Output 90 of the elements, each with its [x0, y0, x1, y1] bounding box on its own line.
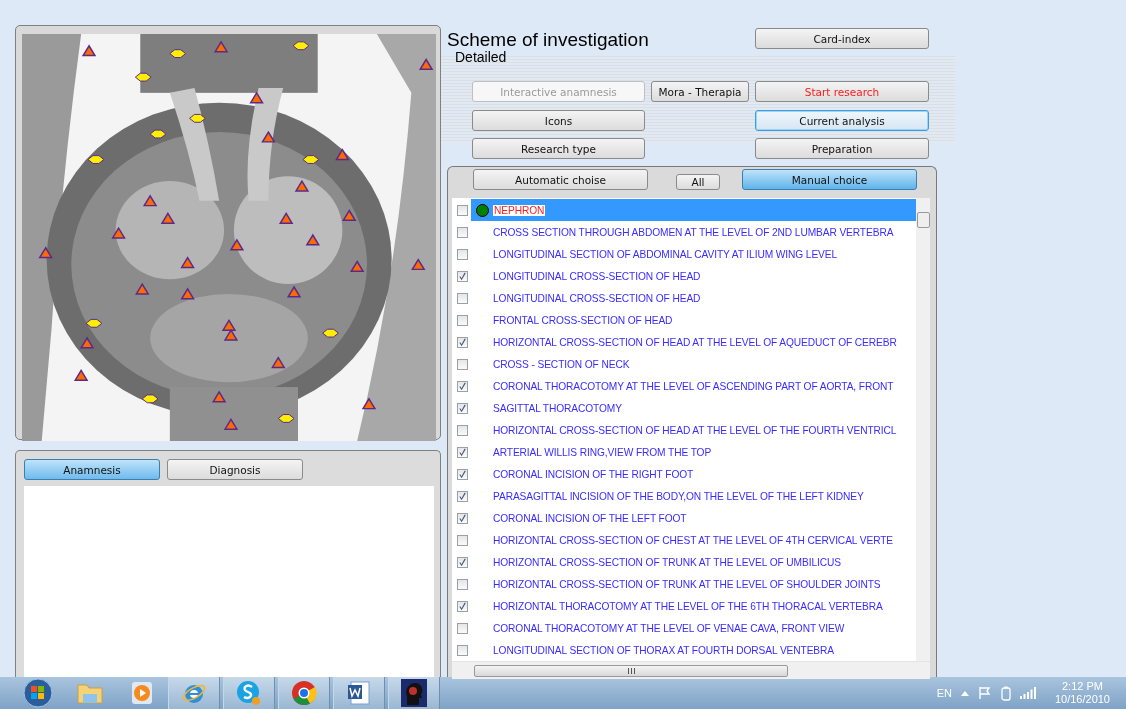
section-name: PARASAGITTAL INCISION OF THE BODY,ON THE LEVEL OF THE LEFT KIDNEY — [493, 490, 864, 502]
checkbox[interactable] — [457, 226, 468, 238]
tab[interactable]: Anamnesis — [24, 459, 160, 480]
choice-button[interactable]: Automatic choise — [473, 169, 648, 190]
up-arrow-icon[interactable] — [960, 690, 969, 696]
toolbar-button[interactable]: Current analysis — [755, 110, 929, 131]
section-name: HORIZONTAL CROSS-SECTION OF HEAD AT THE LEVEL OF THE FOURTH VENTRICL — [493, 424, 897, 436]
folder-icon[interactable] — [77, 681, 103, 705]
list-item[interactable]: ARTERIAL WILLIS RING,VIEW FROM THE TOP — [471, 441, 916, 463]
checkbox[interactable] — [457, 314, 468, 326]
checkbox[interactable] — [457, 468, 468, 480]
list-item[interactable]: PARASAGITTAL INCISION OF THE BODY,ON THE LEVEL OF THE LEFT KIDNEY — [471, 485, 916, 507]
section-name: HORIZONTAL CROSS-SECTION OF TRUNK AT THE LEVEL OF UMBILICUS — [493, 556, 841, 568]
checkbox[interactable] — [457, 600, 468, 612]
list-item[interactable]: HORIZONTAL CROSS-SECTION OF CHEST AT THE LEVEL OF 4TH CERVICAL VERTE — [471, 529, 916, 551]
section-name: CORONAL INCISION OF THE RIGHT FOOT — [493, 468, 694, 480]
list-item[interactable]: CORONAL INCISION OF THE RIGHT FOOT — [471, 463, 916, 485]
toolbar-button[interactable]: Icons — [472, 110, 645, 131]
list-item[interactable]: LONGITUDINAL SECTION OF ABDOMINAL CAVITY AT ILIUM WING LEVEL — [471, 243, 916, 265]
chrome-icon[interactable] — [291, 680, 317, 706]
checkbox[interactable] — [457, 336, 468, 348]
checkbox[interactable] — [457, 556, 468, 568]
list-item[interactable]: LONGITUDINAL CROSS-SECTION OF HEAD — [471, 265, 916, 287]
choice-button[interactable]: All — [676, 174, 720, 190]
section-name: HORIZONTAL CROSS-SECTION OF CHEST AT THE LEVEL OF 4TH CERVICAL VERTE — [493, 534, 894, 546]
section-name: HORIZONTAL THORACOTOMY AT THE LEVEL OF THE 6TH THORACAL VERTEBRA — [493, 600, 883, 612]
checkbox[interactable] — [457, 270, 468, 282]
list-item[interactable]: CORONAL THORACOTOMY AT THE LEVEL OF ASCENDING PART OF AORTA, FRONT — [471, 375, 916, 397]
flag-icon[interactable] — [977, 686, 992, 700]
list-item[interactable]: HORIZONTAL CROSS-SECTION OF HEAD AT THE LEVEL OF THE FOURTH VENTRICL — [471, 419, 916, 441]
section-name: ARTERIAL WILLIS RING,VIEW FROM THE TOP — [493, 446, 712, 458]
checkbox[interactable] — [457, 512, 468, 524]
checkbox[interactable] — [457, 380, 468, 392]
section-name: CORONAL THORACOTOMY AT THE LEVEL OF ASCENDING PART OF AORTA, FRONT — [493, 380, 894, 392]
battery-icon[interactable] — [1000, 685, 1011, 701]
list-item[interactable]: CORONAL INCISION OF THE LEFT FOOT — [471, 507, 916, 529]
section-name: CROSS SECTION THROUGH ABDOMEN AT THE LEVEL OF 2ND LUMBAR VERTEBRA — [493, 226, 894, 238]
toolbar-button[interactable]: Mora - Therapia — [651, 81, 749, 102]
head-silhouette-icon[interactable] — [401, 679, 427, 707]
section-name: LONGITUDINAL CROSS-SECTION OF HEAD — [493, 292, 701, 304]
section-name: HORIZONTAL CROSS-SECTION OF TRUNK AT THE LEVEL OF SHOULDER JOINTS — [493, 578, 881, 590]
vertical-scrollbar[interactable] — [916, 198, 930, 661]
section-name: CORONAL THORACOTOMY AT THE LEVEL OF VENAE CAVA, FRONT VIEW — [493, 622, 845, 634]
play-icon[interactable] — [131, 681, 153, 705]
tab[interactable]: Diagnosis — [167, 459, 303, 480]
checkbox[interactable] — [457, 578, 468, 590]
section-name: LONGITUDINAL SECTION OF THORAX AT FOURTH DORSAL VENTEBRA — [493, 644, 835, 656]
list-item[interactable]: CROSS SECTION THROUGH ABDOMEN AT THE LEVEL OF 2ND LUMBAR VERTEBRA — [471, 221, 916, 243]
list-item[interactable]: FRONTAL CROSS-SECTION OF HEAD — [471, 309, 916, 331]
checkbox[interactable] — [457, 402, 468, 414]
checkbox[interactable] — [457, 644, 468, 656]
section-name: CROSS - SECTION OF NECK — [493, 358, 630, 370]
section-name: SAGITTAL THORACOTOMY — [493, 402, 622, 414]
section-name: CORONAL INCISION OF THE LEFT FOOT — [493, 512, 687, 524]
window-title: Scheme of investigation — [447, 30, 649, 50]
list-item[interactable]: LONGITUDINAL SECTION OF THORAX AT FOURTH DORSAL VENTEBRA — [471, 639, 916, 661]
section-name: LONGITUDINAL CROSS-SECTION OF HEAD — [493, 270, 701, 282]
checkbox[interactable] — [457, 248, 468, 260]
checkbox[interactable] — [457, 424, 468, 436]
signal-icon[interactable] — [1019, 687, 1036, 699]
checkbox[interactable] — [457, 358, 468, 370]
list-item[interactable]: SAGITTAL THORACOTOMY — [471, 397, 916, 419]
list-item[interactable]: HORIZONTAL CROSS-SECTION OF HEAD AT THE LEVEL OF AQUEDUCT OF CEREBR — [471, 331, 916, 353]
list-item[interactable]: HORIZONTAL THORACOTOMY AT THE LEVEL OF THE 6TH THORACAL VERTEBRA — [471, 595, 916, 617]
status-dot-icon — [475, 203, 489, 217]
choice-button[interactable]: Manual choice — [742, 169, 917, 190]
checkbox[interactable] — [457, 204, 468, 216]
checkbox[interactable] — [457, 446, 468, 458]
list-item[interactable]: CORONAL THORACOTOMY AT THE LEVEL OF VENAE CAVA, FRONT VIEW — [471, 617, 916, 639]
list-item[interactable]: HORIZONTAL CROSS-SECTION OF TRUNK AT THE LEVEL OF SHOULDER JOINTS — [471, 573, 916, 595]
horizontal-scrollbar[interactable] — [452, 661, 930, 679]
section-name: NEPHRON — [493, 204, 546, 216]
start-orb-icon[interactable] — [23, 678, 53, 708]
toolbar-button[interactable]: Preparation — [755, 138, 929, 159]
section-name: LONGITUDINAL SECTION OF ABDOMINAL CAVITY AT ILIUM WING LEVEL — [493, 248, 838, 260]
document-w-icon[interactable] — [347, 680, 371, 706]
list-item[interactable]: CROSS - SECTION OF NECK — [471, 353, 916, 375]
checkbox[interactable] — [457, 534, 468, 546]
list-item[interactable]: HORIZONTAL CROSS-SECTION OF TRUNK AT THE LEVEL OF UMBILICUS — [471, 551, 916, 573]
list-item[interactable]: LONGITUDINAL CROSS-SECTION OF HEAD — [471, 287, 916, 309]
checkbox[interactable] — [457, 622, 468, 634]
list-item[interactable]: NEPHRON — [471, 199, 916, 221]
toolbar-button[interactable]: Card-index — [755, 28, 929, 49]
section-name: HORIZONTAL CROSS-SECTION OF HEAD AT THE LEVEL OF AQUEDUCT OF CEREBR — [493, 336, 897, 348]
section-name: FRONTAL CROSS-SECTION OF HEAD — [493, 314, 673, 326]
subtitle: Detailed — [455, 50, 507, 64]
checkbox[interactable] — [457, 490, 468, 502]
toolbar-button[interactable]: Research type — [472, 138, 645, 159]
checkbox[interactable] — [457, 292, 468, 304]
s-logo-icon[interactable] — [236, 680, 262, 706]
